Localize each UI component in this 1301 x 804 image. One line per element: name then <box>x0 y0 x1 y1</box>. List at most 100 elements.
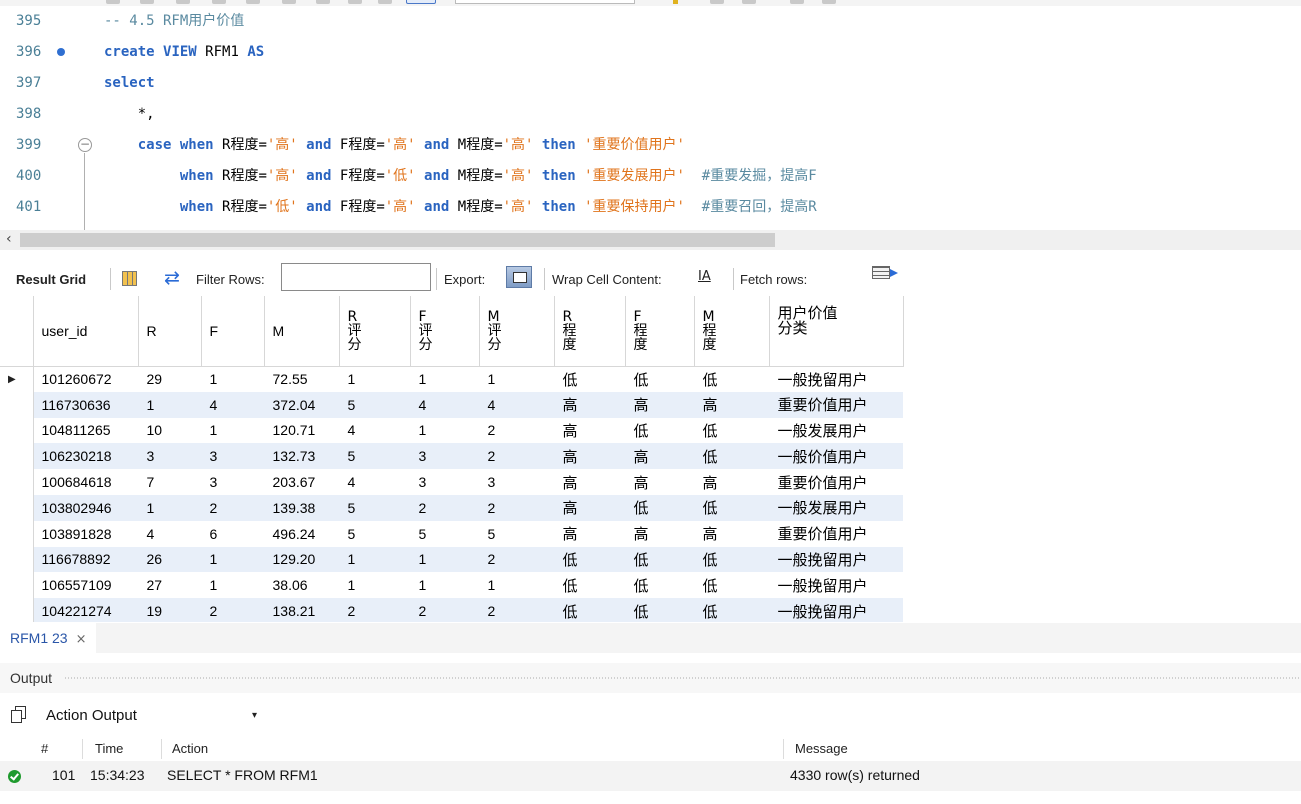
table-cell[interactable]: 26 <box>138 546 201 573</box>
table-cell[interactable]: 高 <box>694 469 769 495</box>
table-cell[interactable]: 1 <box>339 366 410 392</box>
table-cell[interactable]: 一般价值用户 <box>769 443 903 470</box>
table-cell[interactable]: 1 <box>201 417 264 444</box>
table-row[interactable]: 116678892 26 1 129.20 1 1 2 低低低一般挽留用户 <box>0 546 903 573</box>
column-header[interactable]: R评分 <box>339 296 411 367</box>
table-cell[interactable]: 5 <box>479 520 554 547</box>
table-cell[interactable]: 3 <box>138 443 201 470</box>
code-line[interactable]: 397 select <box>0 68 1301 99</box>
panel-drag-handle[interactable] <box>64 677 1301 679</box>
toolbar-button[interactable] <box>378 0 392 4</box>
table-cell[interactable]: 132.73 <box>264 443 339 470</box>
output-row[interactable]: 101 15:34:23 SELECT * FROM RFM1 4330 row… <box>0 761 1301 791</box>
toolbar-limit-field[interactable] <box>455 0 635 4</box>
table-cell[interactable]: 203.67 <box>264 469 339 495</box>
column-header[interactable]: M评分 <box>479 296 555 367</box>
result-grid[interactable]: user_id R F M R评分 F评分 M评分 R程度 F程度 M程度 用户价值分类 ▶ 1012… <box>0 296 1301 622</box>
row-marker[interactable] <box>0 443 34 470</box>
table-cell[interactable]: 一般挽留用户 <box>769 572 903 599</box>
close-icon[interactable]: × <box>76 632 87 647</box>
table-row[interactable]: 100684618 7 3 203.67 4 3 3 高高高重要价值用户 <box>0 469 903 495</box>
table-cell[interactable]: 高 <box>554 494 625 521</box>
table-cell[interactable]: 2 <box>479 494 554 521</box>
toolbar-button[interactable] <box>710 0 724 4</box>
table-cell[interactable]: 1 <box>339 572 410 599</box>
table-cell[interactable]: 4 <box>201 391 264 418</box>
fetch-rows-icon[interactable] <box>872 264 900 280</box>
table-cell[interactable]: 高 <box>625 443 694 470</box>
table-cell[interactable]: 2 <box>479 417 554 444</box>
table-cell[interactable]: 低 <box>625 417 694 444</box>
table-cell[interactable]: 101260672 <box>33 366 138 392</box>
column-header[interactable]: M程度 <box>694 296 770 367</box>
table-cell[interactable]: 1 <box>410 366 479 392</box>
table-cell[interactable]: 低 <box>694 366 769 392</box>
table-cell[interactable]: 38.06 <box>264 572 339 599</box>
code-line[interactable]: 396 create VIEW RFM1 AS <box>0 37 1301 68</box>
row-marker[interactable] <box>0 391 34 418</box>
toolbar-button[interactable] <box>176 0 190 4</box>
table-cell[interactable]: 4 <box>410 391 479 418</box>
table-cell[interactable]: 低 <box>625 572 694 599</box>
table-cell[interactable]: 高 <box>554 469 625 495</box>
table-cell[interactable]: 1 <box>201 366 264 392</box>
table-cell[interactable]: 1 <box>339 546 410 573</box>
code-line[interactable]: 395 -- 4.5 RFM用户价值 <box>0 6 1301 37</box>
table-cell[interactable]: 2 <box>479 546 554 573</box>
table-cell[interactable]: 重要价值用户 <box>769 391 903 418</box>
code-line[interactable]: 399− case when R程度='高' and F程度='高' and M… <box>0 130 1301 161</box>
table-cell[interactable]: 2 <box>479 598 554 622</box>
table-cell[interactable]: 高 <box>554 443 625 470</box>
table-cell[interactable]: 100684618 <box>33 469 138 495</box>
toolbar-button[interactable] <box>790 0 804 4</box>
table-cell[interactable]: 低 <box>625 598 694 622</box>
toolbar-button-active[interactable] <box>406 0 436 4</box>
table-cell[interactable]: 1 <box>410 572 479 599</box>
table-cell[interactable]: 重要价值用户 <box>769 469 903 495</box>
table-cell[interactable]: 5 <box>339 494 410 521</box>
table-cell[interactable]: 19 <box>138 598 201 622</box>
column-header[interactable]: M <box>264 296 340 367</box>
toolbar-button[interactable] <box>106 0 120 4</box>
table-cell[interactable]: 5 <box>410 520 479 547</box>
table-cell[interactable]: 27 <box>138 572 201 599</box>
output-col-time[interactable]: Time <box>95 741 123 756</box>
table-cell[interactable]: 高 <box>554 520 625 547</box>
editor-horizontal-scrollbar[interactable]: ‹ <box>0 230 1301 250</box>
row-marker[interactable] <box>0 598 34 622</box>
refresh-icon[interactable]: ⇄ <box>164 267 180 289</box>
table-cell[interactable]: 496.24 <box>264 520 339 547</box>
row-marker[interactable] <box>0 520 34 547</box>
row-marker[interactable] <box>0 417 34 444</box>
toolbar-button[interactable] <box>822 0 836 4</box>
column-header[interactable]: R程度 <box>554 296 626 367</box>
column-header[interactable]: user_id <box>33 296 139 367</box>
toolbar-button[interactable] <box>282 0 296 4</box>
table-cell[interactable]: 低 <box>625 366 694 392</box>
column-header[interactable]: F程度 <box>625 296 695 367</box>
table-cell[interactable]: 29 <box>138 366 201 392</box>
table-cell[interactable]: 低 <box>554 366 625 392</box>
row-marker[interactable] <box>0 572 34 599</box>
table-cell[interactable]: 低 <box>554 546 625 573</box>
table-cell[interactable]: 一般挽留用户 <box>769 598 903 622</box>
row-marker[interactable]: ▶ <box>0 366 34 392</box>
table-cell[interactable]: 1 <box>479 572 554 599</box>
table-cell[interactable]: 10 <box>138 417 201 444</box>
chevron-down-icon[interactable]: ▾ <box>252 705 257 727</box>
table-cell[interactable]: 6 <box>201 520 264 547</box>
table-cell[interactable]: 低 <box>554 572 625 599</box>
code-line[interactable]: 400 when R程度='高' and F程度='低' and M程度='高'… <box>0 161 1301 192</box>
table-cell[interactable]: 重要价值用户 <box>769 520 903 547</box>
row-marker[interactable] <box>0 494 34 521</box>
toolbar-button[interactable] <box>212 0 226 4</box>
table-cell[interactable]: 138.21 <box>264 598 339 622</box>
table-cell[interactable]: 高 <box>554 391 625 418</box>
table-cell[interactable]: 1 <box>201 572 264 599</box>
table-cell[interactable]: 低 <box>694 417 769 444</box>
table-cell[interactable]: 3 <box>410 469 479 495</box>
table-cell[interactable]: 低 <box>694 443 769 470</box>
code-line[interactable]: 401 when R程度='低' and F程度='高' and M程度='高'… <box>0 192 1301 223</box>
table-cell[interactable]: 2 <box>201 494 264 521</box>
table-row[interactable]: 106557109 27 1 38.06 1 1 1 低低低一般挽留用户 <box>0 572 903 599</box>
